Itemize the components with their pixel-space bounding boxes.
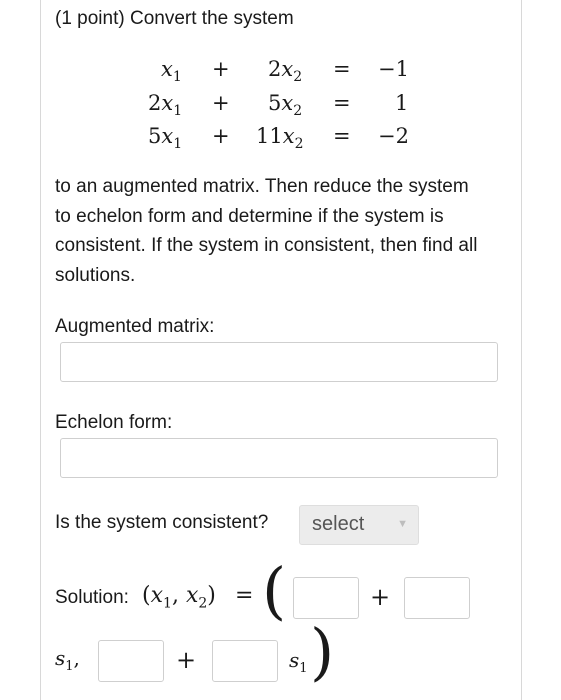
augmented-matrix-label: Augmented matrix: [55, 316, 215, 337]
parameter-s1: s1, [55, 646, 80, 674]
equation-row-3: 5x1 + 11x2 = −2 [0, 121, 561, 152]
solution-constant-x2-input[interactable] [98, 640, 164, 682]
rhs-value: −2 [378, 124, 409, 148]
problem-header: (1 point) Convert the system [55, 8, 294, 29]
term-5x1: 5x1 [148, 124, 183, 153]
chevron-down-icon: ▼ [397, 518, 408, 530]
plus-sign: + [212, 124, 230, 148]
plus-sign: + [212, 57, 230, 81]
big-left-paren: ( [262, 554, 287, 627]
rhs-value: −1 [378, 57, 409, 81]
consistent-question-label: Is the system consistent? [55, 512, 269, 533]
solution-coef-x2-input[interactable] [212, 640, 278, 682]
echelon-form-input[interactable] [60, 438, 498, 478]
solution-coef-x1-input[interactable] [404, 577, 470, 619]
rhs-value: 1 [395, 91, 409, 115]
solution-plus-2: + [176, 646, 197, 674]
term-x1: x1 [161, 57, 182, 86]
term-11x2: 11x2 [256, 124, 304, 153]
solution-plus: + [370, 583, 391, 611]
augmented-matrix-input[interactable] [60, 342, 498, 382]
equals-sign: = [333, 57, 351, 81]
instructions-text: to an augmented matrix. Then reduce the … [55, 176, 478, 286]
echelon-form-label: Echelon form: [55, 412, 173, 433]
equals-sign: = [333, 91, 351, 115]
big-right-paren: ) [310, 615, 335, 688]
equals-sign: = [333, 124, 351, 148]
select-value: select [312, 513, 365, 535]
equation-row-1: x1 + 2x2 = −1 [0, 54, 561, 85]
parameter-s1-trailing: s1 [289, 648, 308, 676]
solution-equals: = [235, 583, 254, 608]
solution-label: Solution: [55, 587, 129, 608]
term-2x2: 2x2 [268, 57, 303, 86]
equation-row-2: 2x1 + 5x2 = 1 [0, 88, 561, 119]
plus-sign: + [212, 91, 230, 115]
consistent-select[interactable]: select ▼ [299, 505, 419, 545]
solution-constant-x1-input[interactable] [293, 577, 359, 619]
solution-lhs: (x1, x2) [142, 583, 216, 612]
